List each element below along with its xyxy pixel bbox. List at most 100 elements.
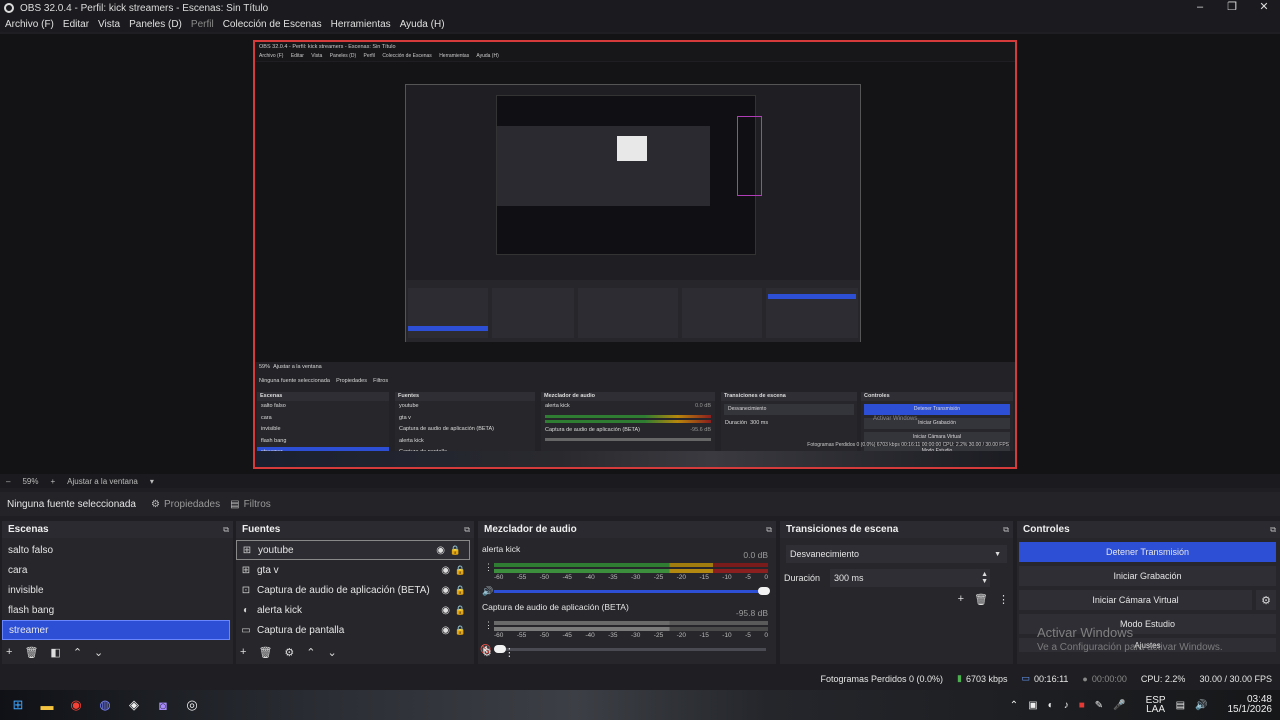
transition-select[interactable]: Desvanecimiento ▼ <box>786 545 1007 563</box>
slider-handle[interactable] <box>758 587 770 595</box>
transition-menu-icon[interactable]: ⋮ <box>998 593 1009 606</box>
volume-slider[interactable] <box>494 587 770 595</box>
fit-dropdown-icon[interactable]: ▾ <box>150 477 154 486</box>
undock-icon[interactable]: ⧉ <box>1003 525 1009 535</box>
app-icon[interactable]: ◈ <box>123 694 145 716</box>
nested-mixer-name: alerta kick <box>545 403 570 409</box>
scene-item[interactable]: invisible <box>2 580 233 600</box>
twitch-icon[interactable]: ◙ <box>152 694 174 716</box>
start-virtual-camera-button[interactable]: Iniciar Cámara Virtual <box>1019 590 1252 610</box>
scene-filters-icon[interactable]: ◧ <box>50 646 60 659</box>
stream-icon: ▭ <box>1021 673 1031 683</box>
windows-start-icon[interactable]: ⊞ <box>7 694 29 716</box>
close-button[interactable]: ✕ <box>1248 0 1280 16</box>
tray-chevron-icon[interactable]: ⌃ <box>1010 700 1018 711</box>
duration-input[interactable]: 300 ms ▲ ▼ <box>830 569 991 587</box>
lock-icon[interactable]: 🔒 <box>455 565 466 576</box>
fit-to-window-select[interactable]: Ajustar a la ventana <box>67 477 138 486</box>
tray-app-icon[interactable]: ▣ <box>1028 700 1037 711</box>
lock-icon[interactable]: 🔒 <box>455 625 466 636</box>
source-properties-icon[interactable]: ⚙ <box>284 646 294 659</box>
add-scene-icon[interactable]: + <box>6 646 12 658</box>
network-icon[interactable]: ▤ <box>1176 700 1185 711</box>
menu-tools[interactable]: Herramientas <box>331 19 391 30</box>
start-recording-button[interactable]: Iniciar Grabación <box>1019 566 1276 586</box>
chrome-icon[interactable]: ◉ <box>65 694 87 716</box>
nested-inner-image <box>497 126 710 206</box>
sources-toolbar: + 🗑 ⚙ ⌃ ⌄ <box>236 644 474 660</box>
source-item[interactable]: ▭ Captura de pantalla ◉ 🔒 <box>236 620 474 640</box>
menu-view[interactable]: Vista <box>98 19 120 30</box>
menu-scene-collection[interactable]: Colección de Escenas <box>223 19 322 30</box>
spinner-icon[interactable]: ▲ ▼ <box>981 571 988 585</box>
tick-label: -30 <box>630 632 641 639</box>
menu-edit[interactable]: Editar <box>63 19 89 30</box>
undock-icon[interactable]: ⧉ <box>766 525 772 535</box>
discord-icon[interactable]: ◍ <box>94 694 116 716</box>
undock-icon[interactable]: ⧉ <box>1270 525 1276 535</box>
volume-icon[interactable]: 🔊 <box>1195 700 1207 711</box>
menu-help[interactable]: Ayuda (H) <box>400 19 445 30</box>
scene-item[interactable]: flash bang <box>2 600 233 620</box>
source-item[interactable]: ◐ alerta kick ◉ 🔒 <box>236 600 474 620</box>
nested-zoom-value: 59% <box>259 364 271 370</box>
microphone-icon[interactable]: 🎤 <box>1113 700 1125 711</box>
source-item[interactable]: ⊡ Captura de audio de aplicación (BETA) ◉ 🔒 <box>236 580 474 600</box>
properties-button[interactable]: ⚙ Propiedades <box>151 499 220 510</box>
lock-icon[interactable]: 🔒 <box>455 605 466 616</box>
move-up-icon[interactable]: ⌃ <box>73 646 82 659</box>
menu-profile[interactable]: Perfil <box>191 19 214 30</box>
visibility-eye-icon[interactable]: ◉ <box>441 605 450 616</box>
remove-source-icon[interactable]: 🗑 <box>258 646 272 659</box>
menu-file[interactable]: Archivo (F) <box>5 19 54 30</box>
source-item[interactable]: ⊞ gta v ◉ 🔒 <box>236 560 474 580</box>
scene-item[interactable]: salto falso <box>2 540 233 560</box>
add-source-icon[interactable]: + <box>240 646 246 658</box>
move-down-icon[interactable]: ⌄ <box>94 646 103 659</box>
visibility-eye-icon[interactable]: ◉ <box>436 545 445 556</box>
advanced-audio-icon[interactable]: ⚙ <box>482 646 492 659</box>
scenes-title: Escenas <box>8 524 49 535</box>
windows-taskbar: ⊞ ▬ ◉ ◍ ◈ ◙ ◎ ⌃ ▣ ◐ ♪ ■ ✎ 🎤 ESP LAA ▤ 🔊 0… <box>0 690 1280 720</box>
stop-streaming-button[interactable]: Detener Transmisión <box>1019 542 1276 562</box>
maximize-button[interactable]: ❐ <box>1216 0 1248 16</box>
tray-app-icon[interactable]: ♪ <box>1064 700 1069 711</box>
visibility-eye-icon[interactable]: ◉ <box>441 625 450 636</box>
undock-icon[interactable]: ⧉ <box>464 525 470 535</box>
filters-button[interactable]: ▤ Filtros <box>230 499 271 510</box>
tray-app-icon[interactable]: ◐ <box>1048 700 1054 711</box>
cpu-usage: CPU: 2.2% <box>1140 673 1186 684</box>
clock[interactable]: 03:48 15/1/2026 <box>1218 695 1273 715</box>
mixer-menu-icon[interactable]: ⋮ <box>504 646 515 659</box>
remove-scene-icon[interactable]: 🗑 <box>24 646 38 659</box>
lock-icon[interactable]: 🔒 <box>455 585 466 596</box>
language-indicator[interactable]: ESP LAA <box>1136 696 1166 715</box>
remove-transition-icon[interactable]: 🗑 <box>974 593 988 606</box>
scene-item[interactable]: cara <box>2 560 233 580</box>
nested-inner-button <box>768 294 856 299</box>
visibility-eye-icon[interactable]: ◉ <box>441 565 450 576</box>
tray-app-icon[interactable]: ■ <box>1079 700 1085 711</box>
minimize-button[interactable]: – <box>1184 0 1216 16</box>
move-down-icon[interactable]: ⌄ <box>328 646 337 659</box>
add-transition-icon[interactable]: + <box>958 593 964 606</box>
scene-item-selected[interactable]: streamer <box>2 620 230 640</box>
menu-docks[interactable]: Paneles (D) <box>129 19 182 30</box>
nested-menu: Archivo (F) Editar Vista Paneles (D) Per… <box>255 52 1015 61</box>
media-icon: ◐ <box>242 604 250 616</box>
zoom-in-button[interactable]: + <box>50 477 55 486</box>
zoom-out-button[interactable]: – <box>6 477 10 486</box>
file-explorer-icon[interactable]: ▬ <box>36 694 58 716</box>
speaker-icon[interactable]: 🔊 <box>482 586 493 597</box>
track-menu-icon[interactable]: ⋮ <box>484 562 493 573</box>
gear-icon[interactable]: ⚙ <box>1256 590 1276 610</box>
status-bar: Fotogramas Perdidos 0 (0.0%) ▮ 6703 kbps … <box>0 669 1280 688</box>
visibility-eye-icon[interactable]: ◉ <box>441 585 450 596</box>
undock-icon[interactable]: ⧉ <box>223 525 229 535</box>
obs-taskbar-icon[interactable]: ◎ <box>181 694 203 716</box>
tray-app-icon[interactable]: ✎ <box>1095 700 1103 711</box>
track-menu-icon[interactable]: ⋮ <box>484 620 493 631</box>
move-up-icon[interactable]: ⌃ <box>306 646 315 659</box>
lock-icon[interactable]: 🔒 <box>450 545 461 556</box>
source-item[interactable]: ⊞ youtube ◉ 🔒 <box>236 540 470 560</box>
